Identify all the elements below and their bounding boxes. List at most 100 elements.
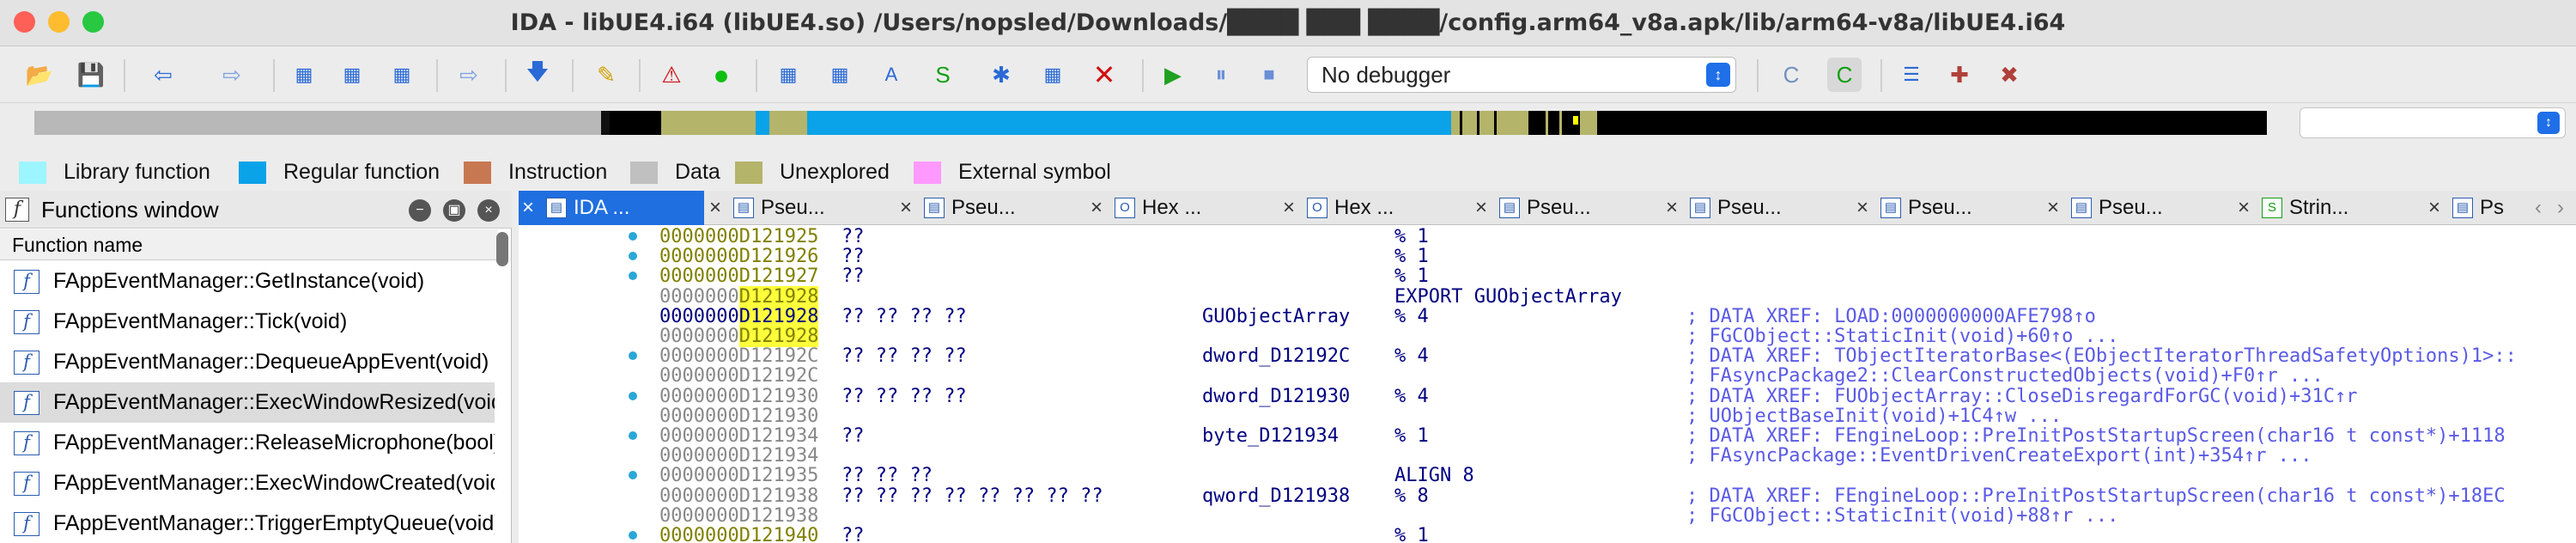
close-tab-icon[interactable]: × <box>709 191 730 225</box>
jump-icon[interactable]: ▦ <box>287 58 321 92</box>
function-list-item-selected[interactable]: f FAppEventManager::ExecWindowResized(vo… <box>0 382 495 423</box>
grid-icon[interactable]: ▦ <box>823 58 857 92</box>
listing-line[interactable]: 0000000D121927?? % 1 <box>519 265 2576 288</box>
function-icon: f <box>14 512 39 536</box>
close-tab-icon[interactable]: × <box>2238 191 2258 225</box>
listing-name: qword_D121938 <box>1202 485 1351 507</box>
tab-scroll-right-icon[interactable]: › <box>2550 191 2571 225</box>
listing-line[interactable]: 0000000D121925?? % 1 <box>519 227 2576 247</box>
tab-hex-view[interactable]: × O Hex ... <box>1087 191 1278 225</box>
breakpoint-dot-icon[interactable] <box>629 391 637 400</box>
listing-line[interactable]: 0000000D121938 ?? ?? ?? ?? ?? ?? ?? ?? qwo… <box>519 485 2576 507</box>
add-plugin-icon[interactable]: ✚ <box>1942 58 1977 92</box>
jump-addr-icon[interactable]: ▦ <box>385 58 419 92</box>
stop-icon[interactable]: ⏹ <box>1252 58 1286 92</box>
code-graph-icon[interactable]: C <box>1827 58 1862 92</box>
close-tab-icon[interactable]: × <box>522 191 543 225</box>
close-tab-icon[interactable]: × <box>1283 191 1303 225</box>
text-search-icon[interactable]: ⇨ <box>452 58 486 92</box>
listing-line[interactable]: 0000000D12192C ; FAsyncPackage2::ClearCon… <box>519 366 2576 386</box>
down-arrow-icon[interactable]: 🡇 <box>520 58 555 92</box>
tab-strings[interactable]: × S Strin... <box>2234 191 2423 225</box>
green-dot-icon[interactable]: ● <box>704 58 738 92</box>
vertical-scrollbar[interactable] <box>496 232 508 266</box>
toolbar-separator <box>1757 59 1759 92</box>
jump-name-icon[interactable]: ▦ <box>335 58 369 92</box>
tab-scroll-left-icon[interactable]: ‹ <box>2528 191 2549 225</box>
navigation-strip[interactable] <box>34 111 2267 135</box>
listing-line[interactable]: 0000000D121940?? % 1 <box>519 526 2576 543</box>
function-list-item[interactable]: f FAppEventManager::Tick(void) <box>0 302 495 342</box>
listing-line[interactable]: 0000000D12192C ?? ?? ?? ?? dword_D12192C % … <box>519 346 2576 366</box>
tab-pseudocode[interactable]: × ▤ Ps <box>2425 191 2528 225</box>
restore-pane-icon[interactable]: ▣ <box>443 199 465 222</box>
listing-line[interactable]: 0000000D121928 EXPORT GUObjectArray <box>519 285 2576 308</box>
tab-pseudocode[interactable]: × ▤ Pseu... <box>896 191 1085 225</box>
function-list-item[interactable]: f FAppEventManager::TriggerEmptyQueue(vo… <box>0 503 495 543</box>
listing-line[interactable]: 0000000D121934 ; FAsyncPackage::EventDriv… <box>519 446 2576 466</box>
close-tab-icon[interactable]: × <box>1475 191 1496 225</box>
listing-line[interactable]: 0000000D121934?? byte_D121934 % 1 ; DATA XR… <box>519 426 2576 446</box>
close-pane-icon[interactable]: × <box>477 199 500 222</box>
tab-ida-view[interactable]: × ▤ IDA ... <box>519 191 704 225</box>
forward-arrow-icon[interactable]: ⇨ <box>215 58 249 92</box>
delete-icon[interactable]: ✕ <box>1087 58 1121 92</box>
close-tab-icon[interactable]: × <box>2428 191 2449 225</box>
function-list-item[interactable]: f FAppEventManager::DequeueAppEvent(void… <box>0 342 495 382</box>
call-graph-icon[interactable]: C <box>1774 58 1808 92</box>
listing-line[interactable]: 0000000D121928 ; FGCObject::StaticInit(vo… <box>519 326 2576 347</box>
listing-line[interactable]: 0000000D121935 ?? ?? ?? ALIGN 8 <box>519 466 2576 486</box>
back-arrow-icon[interactable]: ⇦ <box>146 58 180 92</box>
patch-icon[interactable]: ▦ <box>1036 58 1070 92</box>
close-tab-icon[interactable]: × <box>1856 191 1877 225</box>
close-tab-icon[interactable]: × <box>1666 191 1686 225</box>
function-list-item[interactable]: f FAppEventManager::ExecWindowCreated(vo… <box>0 463 495 503</box>
function-list-item[interactable]: f FAppEventManager::GetInstance(void) <box>0 261 495 302</box>
breakpoint-dot-icon[interactable] <box>629 252 637 261</box>
remove-plugin-icon[interactable]: ✖ <box>1992 58 2026 92</box>
toolbar-separator <box>436 59 438 92</box>
save-icon[interactable]: 💾 <box>74 58 108 92</box>
listing-address: 0000000D121935 <box>659 466 818 485</box>
tab-hex-view[interactable]: × O Hex ... <box>1279 191 1470 225</box>
breakpoint-dot-icon[interactable] <box>629 531 637 540</box>
play-icon[interactable]: ▶ <box>1156 58 1190 92</box>
tab-pseudocode[interactable]: × ▤ Pseu... <box>706 191 895 225</box>
breakpoint-dot-icon[interactable] <box>629 232 637 241</box>
struct-icon[interactable]: S <box>926 58 960 92</box>
minimize-pane-icon[interactable]: − <box>409 199 431 222</box>
close-tab-icon[interactable]: × <box>900 191 920 225</box>
function-list-item[interactable]: f FAppEventManager::ReleaseMicrophone(bo… <box>0 423 495 463</box>
functions-window-header: f Functions window − ▣ × <box>0 191 512 229</box>
tab-pseudocode[interactable]: × ▤ Pseu... <box>1472 191 1661 225</box>
open-folder-icon[interactable]: 📂 <box>22 58 57 92</box>
tab-pseudocode[interactable]: × ▤ Pseu... <box>1662 191 1851 225</box>
listing-bytes: ?? <box>841 246 865 268</box>
warning-icon[interactable]: ⚠ <box>654 58 689 92</box>
star-icon[interactable]: ✱ <box>984 58 1018 92</box>
listing-line[interactable]: 0000000D121930 ?? ?? ?? ?? dword_D121930 % … <box>519 386 2576 406</box>
list-icon[interactable]: ☰ <box>1894 58 1929 92</box>
breakpoint-dot-icon[interactable] <box>629 272 637 281</box>
debugger-select[interactable]: No debugger ↕ <box>1307 57 1736 93</box>
breakpoint-dot-icon[interactable] <box>629 471 637 480</box>
segment-select[interactable]: ↕ <box>2300 107 2566 138</box>
lock-edit-icon[interactable]: ✎ <box>589 58 623 92</box>
tab-pseudocode[interactable]: × ▤ Pseu... <box>1853 191 2042 225</box>
text-icon[interactable]: A <box>874 58 908 92</box>
close-tab-icon[interactable]: × <box>2047 191 2068 225</box>
breakpoint-dot-icon[interactable] <box>629 351 637 361</box>
pause-icon[interactable]: ⏸ <box>1204 58 1238 92</box>
breakpoint-dot-icon[interactable] <box>629 431 637 440</box>
add-seg-icon[interactable]: ▦ <box>771 58 805 92</box>
listing-line[interactable]: 0000000D121938 ; FGCObject::StaticInit(vo… <box>519 506 2576 526</box>
toolbar-separator <box>273 59 275 92</box>
column-header-function-name[interactable]: Function name <box>0 229 498 260</box>
tab-pseudocode[interactable]: × ▤ Pseu... <box>2044 191 2233 225</box>
listing-line[interactable]: 0000000D121928 ?? ?? ?? ?? GUObjectArray % … <box>519 305 2576 327</box>
close-tab-icon[interactable]: × <box>1091 191 1111 225</box>
listing-line[interactable]: 0000000D121930 ; UObjectBaseInit(void)+1C… <box>519 406 2576 426</box>
listing-bytes: ?? <box>841 265 865 288</box>
listing-line[interactable]: 0000000D121926?? % 1 <box>519 247 2576 266</box>
disassembly-view[interactable]: 0000000D121925??% 1 0000000D121926??% 1 00… <box>519 225 2576 543</box>
